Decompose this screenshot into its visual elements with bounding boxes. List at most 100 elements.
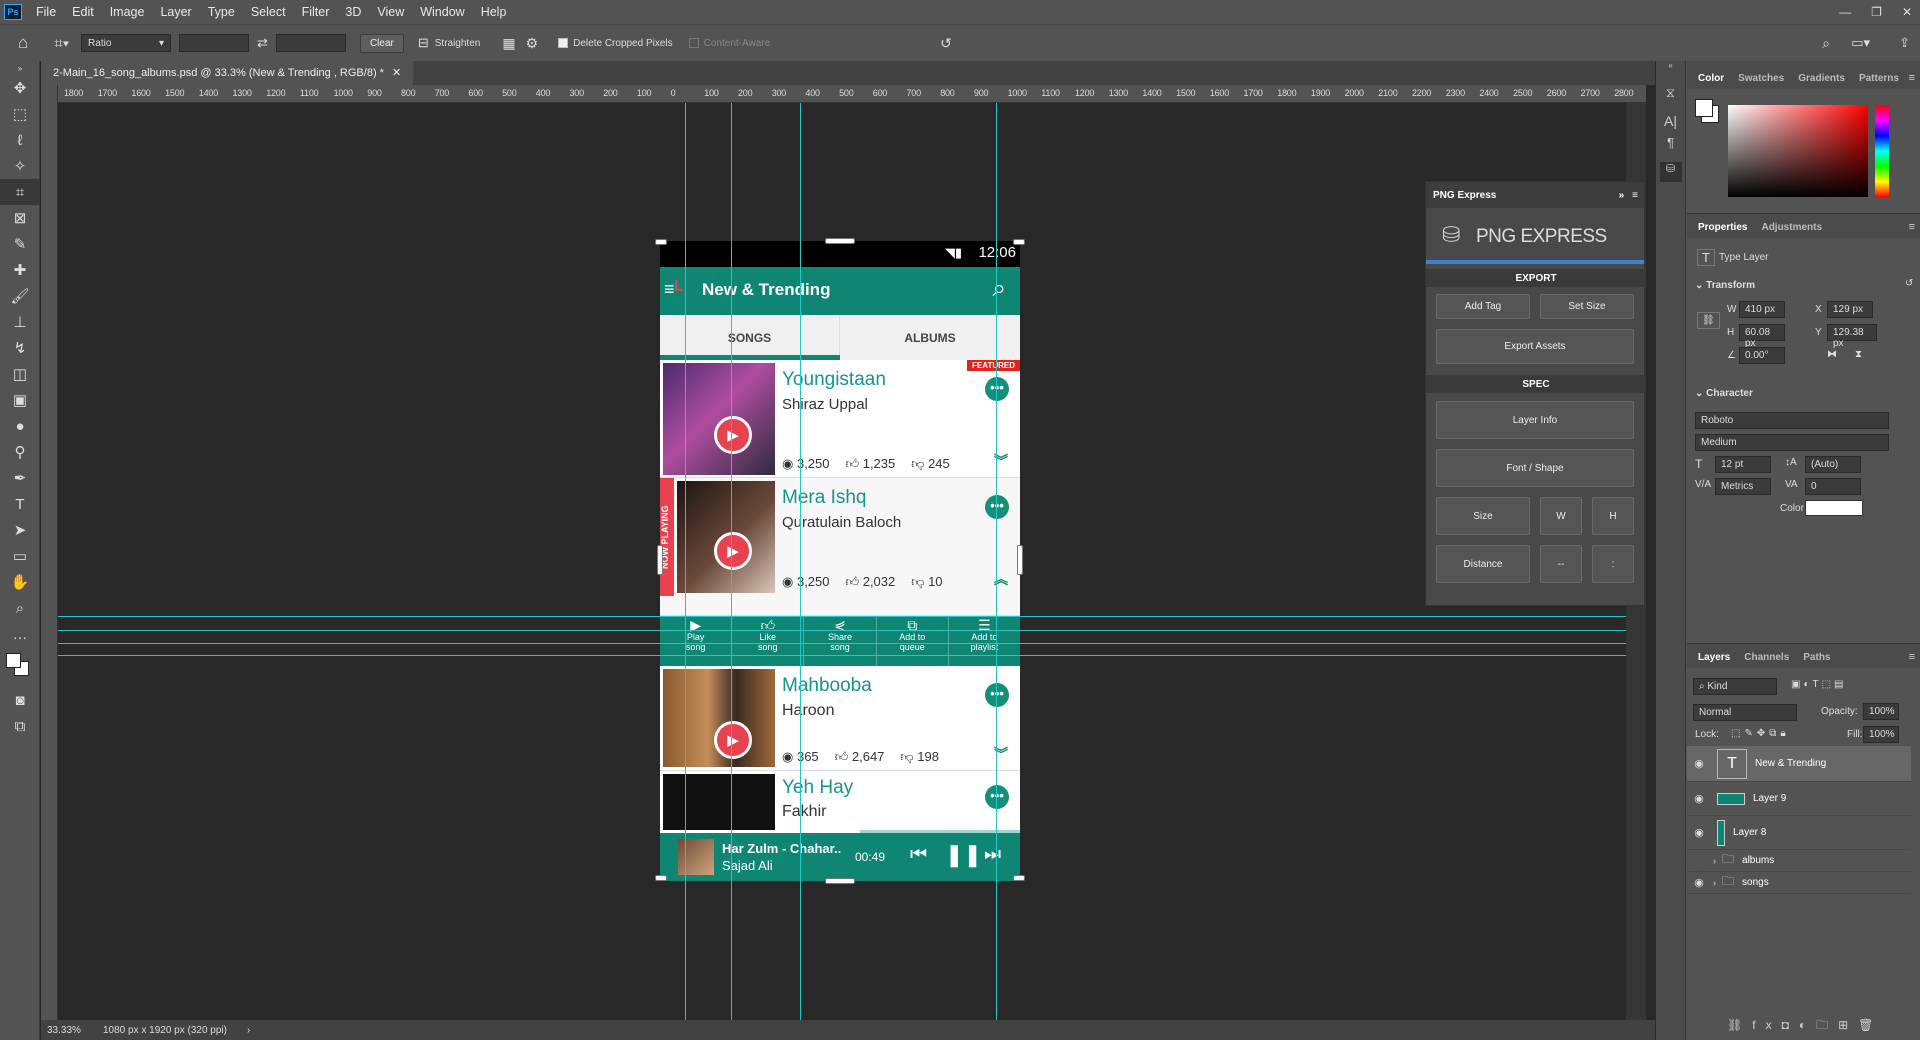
menu-view[interactable]: View (369, 0, 412, 24)
eye-icon[interactable]: ◉ (1687, 876, 1711, 889)
ratio-select[interactable]: Ratio ▾ (81, 34, 172, 52)
menu-3d[interactable]: 3D (337, 0, 369, 24)
search-icon[interactable]: ⌕ (993, 275, 1006, 303)
width-field[interactable]: 410 px (1739, 301, 1785, 318)
font-family-select[interactable]: Roboto (1695, 412, 1889, 429)
move-tool-icon[interactable]: ✥ (0, 75, 40, 101)
pause-icon[interactable]: ❚❚ (945, 842, 982, 868)
canvas-area[interactable]: ◥▮ 12:06 ≡ L New & Trending ⌕ SONGS ALBU… (58, 103, 1646, 1020)
width-button[interactable]: W (1540, 497, 1582, 535)
transform-handle[interactable] (1013, 875, 1025, 881)
brush-tool-icon[interactable]: 🖌︎ (0, 283, 40, 309)
healing-brush-tool-icon[interactable]: ✚ (0, 257, 40, 283)
rectangle-tool-icon[interactable]: ▭ (0, 543, 40, 569)
filter-icons[interactable]: ▣◐T⬚▤ (1791, 679, 1847, 690)
link-icon[interactable]: ⛓ (1727, 1018, 1752, 1032)
transform-handle[interactable] (657, 545, 663, 575)
layer-row[interactable]: ◉ Layer 8 (1687, 816, 1911, 850)
height-button[interactable]: H (1592, 497, 1634, 535)
menu-window[interactable]: Window (412, 0, 472, 24)
character-panel-icon[interactable]: A| (1656, 113, 1685, 129)
zoom-tool-icon[interactable]: ⌕ (0, 595, 40, 621)
next-icon[interactable]: ⏭ (984, 844, 1001, 866)
chevron-right-icon[interactable]: › (247, 1025, 250, 1036)
history-icon[interactable]: ⧖ (1656, 85, 1685, 101)
mask-icon[interactable]: ◘ (1782, 1018, 1799, 1032)
flip-horizontal-icon[interactable]: ⧓ (1827, 349, 1837, 360)
magic-wand-tool-icon[interactable]: ✧ (0, 153, 40, 179)
chevron-right-icon[interactable]: › (1713, 878, 1716, 888)
blend-mode-select[interactable]: Normal (1693, 704, 1797, 721)
guide-line[interactable] (58, 630, 1646, 631)
crop-tool-icon[interactable]: ⌗ (0, 179, 40, 205)
close-icon[interactable]: ✕ (1902, 0, 1912, 24)
home-icon[interactable]: ⌂ (18, 33, 28, 53)
list-item[interactable]: Yeh Hay Fakhir ••• (660, 771, 1020, 833)
eraser-tool-icon[interactable]: ◫ (0, 361, 40, 387)
width-field[interactable] (179, 34, 250, 52)
play-icon[interactable]: ▶ (714, 721, 752, 759)
tab-color[interactable]: Color (1691, 73, 1731, 89)
hue-slider[interactable] (1875, 105, 1889, 197)
quick-mask-icon[interactable]: ◙ (0, 687, 40, 713)
clear-button[interactable]: Clear (359, 33, 404, 53)
history-brush-tool-icon[interactable]: ↯ (0, 335, 40, 361)
swap-icon[interactable]: ⇄ (257, 35, 268, 51)
eyedropper-tool-icon[interactable]: ✎ (0, 231, 40, 257)
leading-field[interactable]: (Auto) (1805, 456, 1861, 473)
layer-row[interactable]: ◉ Layer 9 (1687, 782, 1911, 816)
transform-handle[interactable] (825, 878, 855, 884)
menu-icon[interactable]: ≡ (664, 279, 675, 300)
zoom-level[interactable]: 33.33% (41, 1025, 91, 1036)
collapse-icon[interactable]: » (0, 61, 40, 75)
text-color-swatch[interactable] (1805, 500, 1863, 516)
set-size-button[interactable]: Set Size (1540, 294, 1634, 319)
list-item[interactable]: ▶ Mahbooba Haroon ••• ◉ 365 👍︎ 2,647 👎︎ … (660, 666, 1020, 771)
panel-menu-icon[interactable]: ≡ (1909, 221, 1915, 233)
share-song-action[interactable]: ⋞ Share song (804, 616, 877, 666)
panel-menu-icon[interactable]: ≡ (1909, 72, 1915, 84)
workspace-icon[interactable]: ▭▾ (1851, 35, 1870, 51)
lasso-tool-icon[interactable]: ℓ (0, 127, 40, 153)
opacity-field[interactable]: 100% (1863, 703, 1899, 720)
play-icon[interactable]: ▶ (714, 416, 752, 454)
add-to-queue-action[interactable]: ⧉ Add to queue (877, 616, 949, 666)
chevron-right-icon[interactable]: › (1713, 856, 1716, 866)
transform-handle[interactable] (1013, 239, 1025, 245)
more-options-icon[interactable]: ••• (985, 495, 1009, 519)
reset-icon[interactable]: ↺ (1905, 278, 1913, 289)
eye-hidden-icon[interactable]: ▢ (1687, 854, 1711, 867)
tab-songs[interactable]: SONGS (660, 315, 840, 360)
fill-field[interactable]: 100% (1863, 726, 1899, 743)
font-shape-button[interactable]: Font / Shape (1436, 449, 1634, 487)
layer-actions-bar[interactable]: ⛓fx◘◐🗀⊞🗑︎ (1727, 1016, 1883, 1037)
gear-icon[interactable]: ⚙ (526, 35, 539, 52)
font-style-select[interactable]: Medium (1695, 434, 1889, 451)
kerning-field[interactable]: Metrics (1715, 478, 1771, 495)
transform-handle[interactable] (655, 875, 667, 881)
add-tag-button[interactable]: Add Tag (1436, 294, 1530, 319)
marquee-tool-icon[interactable]: ⬚ (0, 101, 40, 127)
list-item[interactable]: ▶ FEATURED Youngistaan Shiraz Uppal ••• … (660, 360, 1020, 478)
menu-file[interactable]: File (28, 0, 64, 24)
collapse-icon[interactable]: « (1656, 61, 1685, 75)
guide-line[interactable] (58, 643, 1646, 644)
panel-menu-icon[interactable]: ≡ (1632, 190, 1638, 201)
vertical-distance-button[interactable]: : (1592, 545, 1634, 583)
restore-icon[interactable]: ❐ (1871, 0, 1882, 24)
add-to-playlist-action[interactable]: ☰ Add to playlist (949, 616, 1020, 666)
adjustment-icon[interactable]: ◐ (1799, 1018, 1816, 1032)
color-swatches[interactable] (0, 647, 40, 687)
distance-button[interactable]: Distance (1436, 545, 1530, 583)
gradient-tool-icon[interactable]: ▣ (0, 387, 40, 413)
font-size-field[interactable]: 12 pt (1715, 456, 1771, 473)
tab-gradients[interactable]: Gradients (1791, 73, 1852, 89)
stamp-tool-icon[interactable]: ⊥ (0, 309, 40, 335)
foreground-color[interactable] (1695, 99, 1713, 117)
layer-filter-select[interactable]: ⌕ Kind (1693, 678, 1777, 695)
x-field[interactable]: 129 px (1827, 301, 1873, 318)
tracking-field[interactable]: 0 (1805, 478, 1861, 495)
blur-tool-icon[interactable]: ● (0, 413, 40, 439)
transform-handle[interactable] (1017, 545, 1023, 575)
tab-channels[interactable]: Channels (1737, 652, 1796, 668)
